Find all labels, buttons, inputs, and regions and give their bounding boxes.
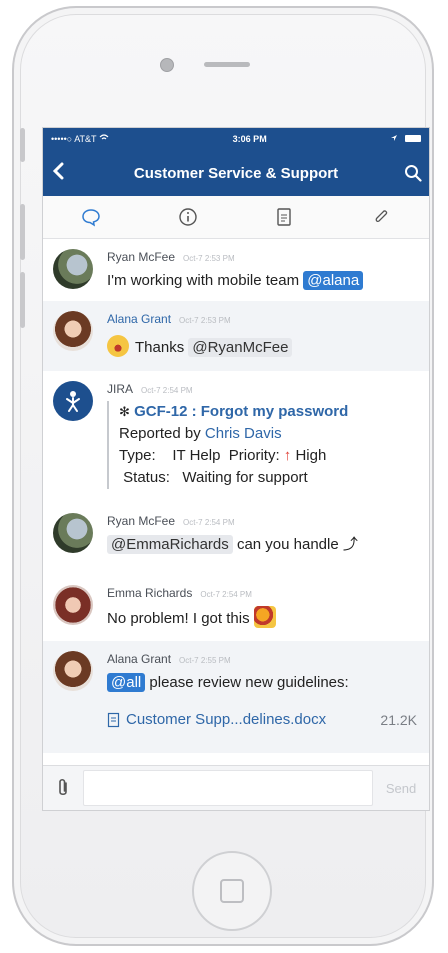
back-button[interactable]	[43, 160, 75, 186]
earpiece-speaker	[204, 62, 250, 67]
message-time: Oct-7 2:54 PM	[183, 518, 235, 527]
avatar[interactable]	[53, 249, 93, 289]
channel-title: Customer Service & Support	[133, 164, 339, 182]
mention-tag[interactable]: @alana	[303, 271, 364, 290]
tab-files[interactable]	[264, 197, 304, 237]
battery-indicator	[390, 134, 421, 144]
tab-info[interactable]	[168, 197, 208, 237]
chevron-left-icon	[52, 162, 64, 180]
priority-arrow-icon: ↑	[283, 447, 292, 464]
status-value: Waiting for support	[182, 469, 308, 486]
sender-name[interactable]: Alana Grant	[107, 652, 171, 666]
file-icon	[107, 712, 120, 727]
message-item[interactable]: JIRA Oct-7 2:54 PM ✻ GCF-12 : Forgot my p…	[43, 371, 429, 503]
mute-switch	[20, 128, 25, 162]
carrier-label: •••••○ AT&T	[51, 134, 109, 144]
message-time: Oct-7 2:53 PM	[183, 254, 235, 263]
priority-label: Priority:	[228, 447, 280, 464]
message-text: I'm working with mobile team	[107, 272, 300, 289]
app-screen: •••••○ AT&T 3:06 PM Customer Service & S…	[42, 127, 430, 811]
message-text: can you handle	[236, 536, 339, 553]
message-text: please review new guidelines:	[149, 674, 349, 691]
navigation-bar: Customer Service & Support	[43, 150, 429, 196]
message-item[interactable]: Alana Grant Oct-7 2:55 PM @all please rev…	[43, 641, 429, 753]
avatar[interactable]	[53, 513, 93, 553]
message-time: Oct-7 2:55 PM	[179, 656, 231, 665]
file-size: 21.2K	[380, 711, 417, 728]
location-arrow-icon	[391, 135, 398, 141]
sender-name[interactable]: Ryan McFee	[107, 250, 175, 264]
message-time: Oct-7 2:54 PM	[200, 590, 252, 599]
search-icon	[405, 165, 422, 182]
attach-button[interactable]	[43, 777, 83, 799]
mention-tag[interactable]: @all	[107, 673, 146, 692]
send-button[interactable]: Send	[373, 781, 429, 796]
jira-issue-card[interactable]: ✻ GCF-12 : Forgot my password Reported b…	[107, 401, 419, 489]
arrow-emoji-icon: ⤴	[342, 536, 358, 553]
sender-name[interactable]: JIRA	[107, 382, 133, 396]
file-name[interactable]: Customer Supp...delines.docx	[126, 711, 326, 728]
battery-icon	[404, 135, 421, 142]
clock: 3:06 PM	[232, 134, 267, 144]
type-label: Type:	[119, 447, 156, 464]
paperclip-icon	[375, 210, 387, 223]
sender-name[interactable]: Ryan McFee	[107, 514, 175, 528]
message-item[interactable]: Ryan McFee Oct-7 2:53 PM I'm working with…	[43, 239, 429, 301]
chat-bubble-icon	[82, 209, 101, 227]
issue-link[interactable]: GCF-12 : Forgot my password	[134, 403, 348, 420]
sender-name[interactable]: Alana Grant	[107, 312, 171, 326]
tab-chat[interactable]	[71, 197, 111, 237]
mention-tag[interactable]: @RyanMcFee	[188, 338, 293, 357]
reporter-link[interactable]: Chris Davis	[205, 425, 282, 442]
file-attachment[interactable]: Customer Supp...delines.docx 21.2K	[107, 711, 419, 728]
party-emoji-icon	[253, 606, 276, 628]
front-camera	[160, 58, 174, 72]
priority-value: High	[295, 447, 327, 464]
avatar[interactable]	[53, 381, 93, 421]
message-list[interactable]: Ryan McFee Oct-7 2:53 PM I'm working with…	[43, 239, 429, 753]
type-value: IT Help	[172, 447, 221, 464]
laughing-emoji-icon	[107, 335, 129, 357]
message-input[interactable]	[83, 770, 373, 806]
info-icon	[179, 208, 197, 226]
tab-links[interactable]	[361, 197, 401, 237]
message-text: Thanks	[135, 339, 185, 356]
volume-down-button	[20, 272, 25, 328]
home-square-icon	[220, 879, 244, 903]
message-item[interactable]: Emma Richards Oct-7 2:54 PM No problem! I…	[43, 575, 429, 641]
home-button[interactable]	[192, 851, 272, 931]
paperclip-icon	[59, 778, 67, 796]
jira-bug-icon: ✻	[119, 404, 130, 419]
volume-up-button	[20, 204, 25, 260]
message-time: Oct-7 2:54 PM	[141, 386, 193, 395]
avatar[interactable]	[53, 311, 93, 351]
message-item[interactable]: Ryan McFee Oct-7 2:54 PM @EmmaRichards ca…	[43, 503, 429, 575]
avatar[interactable]	[53, 651, 93, 691]
avatar[interactable]	[53, 585, 93, 625]
jira-logo-icon	[66, 391, 80, 412]
message-text: No problem! I got this	[107, 610, 250, 627]
document-icon	[277, 208, 291, 226]
status-bar: •••••○ AT&T 3:06 PM	[43, 128, 429, 150]
sender-name[interactable]: Emma Richards	[107, 586, 192, 600]
message-composer: Send	[43, 765, 429, 810]
message-item[interactable]: Alana Grant Oct-7 2:53 PM Thanks @RyanMcF…	[43, 301, 429, 371]
wifi-icon	[99, 134, 109, 144]
channel-tabs	[43, 196, 429, 239]
mention-tag[interactable]: @EmmaRichards	[107, 535, 233, 554]
search-button[interactable]	[397, 164, 429, 182]
reported-by-label: Reported by	[119, 425, 201, 442]
status-label: Status:	[123, 469, 170, 486]
message-time: Oct-7 2:53 PM	[179, 316, 231, 325]
